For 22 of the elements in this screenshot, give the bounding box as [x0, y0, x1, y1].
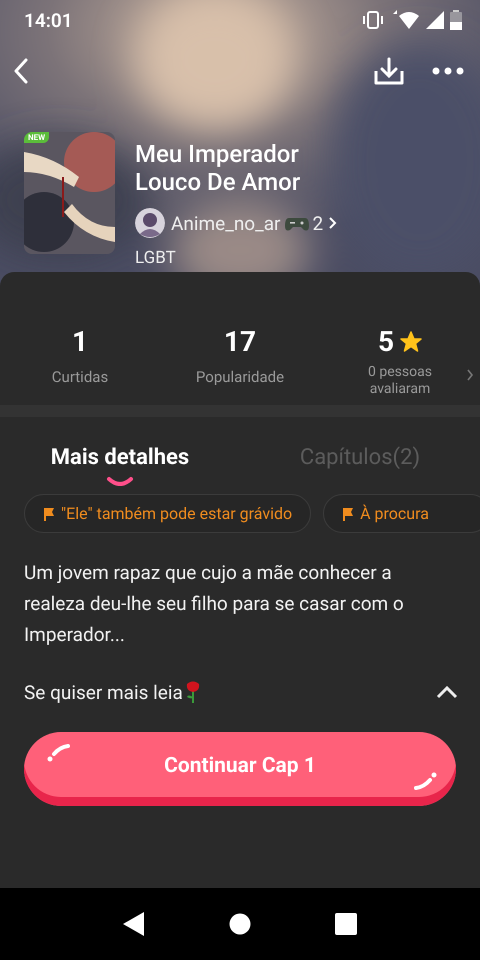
- flag-icon: [342, 506, 354, 520]
- stat-label: Curtidas: [52, 368, 108, 386]
- tag-text: "Ele" também pode estar grávido: [61, 504, 292, 523]
- stat-value: 17: [224, 324, 256, 358]
- tag-chip[interactable]: "Ele" também pode estar grávido: [24, 494, 312, 533]
- description: Um jovem rapaz que cujo a mãe conhecer a realeza deu-lhe seu filho para se casar com o Imperador...: [23, 560, 405, 648]
- stat-value: 5: [378, 324, 394, 358]
- flag-icon: [43, 506, 55, 520]
- stat-label: 0 pessoas avaliaram: [367, 364, 433, 398]
- rose-icon: [184, 680, 201, 704]
- tab-indicator: [106, 476, 134, 486]
- collapse-icon[interactable]: [436, 685, 458, 699]
- home-icon[interactable]: [229, 913, 251, 935]
- more-text: Se quiser mais leia: [24, 680, 183, 704]
- stat-label: Popularidade: [196, 368, 284, 386]
- back-icon[interactable]: [123, 912, 145, 936]
- tab[interactable]: Mais detalhes: [0, 445, 240, 486]
- stat-value: 1: [72, 324, 88, 358]
- star-icon: [400, 330, 422, 352]
- tag-text: À procura: [360, 504, 429, 523]
- tag-chip[interactable]: À procura: [323, 494, 480, 533]
- chevron-right-icon[interactable]: [466, 369, 474, 381]
